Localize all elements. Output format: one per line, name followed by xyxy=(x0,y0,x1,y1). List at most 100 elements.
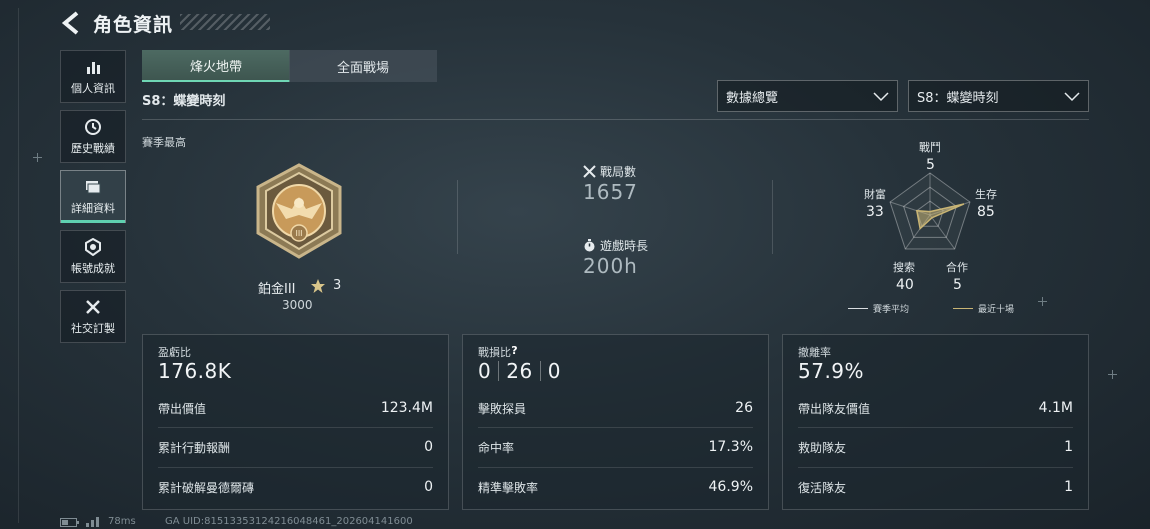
kills-value: 0 xyxy=(478,359,492,383)
extract-rate-value: 57.9% xyxy=(798,359,865,383)
extract-rate-label: 撤離率 xyxy=(798,346,831,359)
row-value: 123.4M xyxy=(380,400,433,416)
radar-axis-label: 合作 xyxy=(946,261,968,274)
row-value: 46.9% xyxy=(708,479,753,495)
season-dropdown[interactable]: S8：蝶變時刻 xyxy=(908,80,1089,112)
row-label: 復活隊友 xyxy=(798,480,847,495)
radar-axis-label: 財富 xyxy=(864,188,886,201)
title-decoration xyxy=(180,14,270,30)
ability-radar-chart xyxy=(889,172,971,250)
back-arrow-icon[interactable] xyxy=(60,10,82,36)
card-row: 救助隊友 1 xyxy=(798,428,1073,466)
tools-icon xyxy=(86,299,100,314)
sidebar-item-achievements[interactable]: 帳號成就 xyxy=(60,230,126,283)
view-dropdown[interactable]: 數據總覽 xyxy=(717,80,898,112)
bar-chart-icon xyxy=(87,61,100,74)
radar-axis-value: 5 xyxy=(953,277,962,293)
radar-axis-value: 40 xyxy=(896,277,914,293)
vertical-divider xyxy=(457,180,458,254)
star-count: 3 xyxy=(333,278,342,293)
row-value: 1 xyxy=(1064,439,1073,455)
row-label: 救助隊友 xyxy=(798,440,847,455)
radar-axis-label: 戰鬥 xyxy=(919,141,941,154)
rank-points: 3000 xyxy=(282,298,313,312)
chevron-down-icon xyxy=(873,92,889,102)
help-icon[interactable]: ? xyxy=(508,344,521,357)
star-icon xyxy=(311,279,325,293)
rank-badge-icon: III xyxy=(256,163,342,259)
extract-card: 撤離率 57.9% 帶出隊友價值 4.1M 救助隊友 1 復活隊友 1 xyxy=(782,334,1089,510)
frame-left-line xyxy=(18,8,19,523)
radar-axis-value: 85 xyxy=(977,204,995,220)
row-value: 1 xyxy=(1064,479,1073,495)
sidebar-item-history[interactable]: 歷史戰績 xyxy=(60,110,126,163)
tab-hazard-zone[interactable]: 烽火地帶 xyxy=(142,50,290,82)
sidebar-item-label: 詳細資料 xyxy=(71,201,115,215)
folder-icon xyxy=(86,180,101,193)
section-divider xyxy=(142,119,1089,120)
assists-value: 0 xyxy=(547,359,561,383)
sidebar-item-label: 歷史戰績 xyxy=(71,141,115,155)
sidebar-item-label: 社交訂製 xyxy=(71,321,115,335)
row-label: 命中率 xyxy=(478,440,515,455)
stopwatch-icon xyxy=(584,239,595,252)
kda-separator xyxy=(539,361,541,381)
card-row: 帶出隊友價值 4.1M xyxy=(798,389,1073,427)
card-row: 帶出價值 123.4M xyxy=(158,389,433,427)
row-value: 0 xyxy=(424,479,433,495)
card-row: 命中率 17.3% xyxy=(478,428,753,466)
svg-text:III: III xyxy=(295,229,302,238)
card-row: 精準擊敗率 46.9% xyxy=(478,468,753,506)
season-label: S8：蝶變時刻 xyxy=(142,94,226,109)
chevron-down-icon xyxy=(1064,92,1080,102)
kda-separator xyxy=(498,361,500,381)
sidebar-item-personal-info[interactable]: 個人資訊 xyxy=(60,50,126,103)
battery-icon xyxy=(60,518,79,527)
card-row: 擊敗探員 26 xyxy=(478,389,753,427)
radar-axis-value: 5 xyxy=(926,157,935,173)
rank-name: 鉑金III xyxy=(258,282,296,297)
kd-ratio-label: 戰損比 xyxy=(478,346,511,359)
season-high-label: 賽季最高 xyxy=(142,136,186,149)
sidebar-item-social[interactable]: 社交訂製 xyxy=(60,290,126,343)
row-value: 4.1M xyxy=(1038,400,1073,416)
profit-ratio-label: 盈虧比 xyxy=(158,346,191,359)
legend-season-avg-line xyxy=(848,308,868,309)
sidebar-item-details[interactable]: 詳細資料 xyxy=(60,170,126,223)
radar-axis-value: 33 xyxy=(866,204,884,220)
row-label: 精準擊敗率 xyxy=(478,480,539,495)
deaths-value: 26 xyxy=(506,359,533,383)
row-label: 擊敗探員 xyxy=(478,401,527,416)
crossed-swords-icon xyxy=(583,165,596,178)
medal-icon xyxy=(85,237,101,256)
row-value: 17.3% xyxy=(708,439,753,455)
legend-recent-line xyxy=(953,308,973,309)
matches-label: 戰局數 xyxy=(600,165,637,179)
matches-value: 1657 xyxy=(583,180,638,204)
row-label: 帶出隊友價值 xyxy=(798,401,871,416)
row-label: 累計行動報酬 xyxy=(158,440,231,455)
radar-axis-label: 搜索 xyxy=(893,261,915,274)
row-label: 累計破解曼德爾磚 xyxy=(158,480,255,495)
crosshair-decoration xyxy=(1108,370,1117,379)
radar-axis-label: 生存 xyxy=(975,188,997,201)
sidebar-item-label: 個人資訊 xyxy=(71,81,115,95)
legend-season-avg: 賽季平均 xyxy=(873,305,910,315)
view-dropdown-value: 數據總覽 xyxy=(726,90,779,106)
clock-history-icon xyxy=(85,118,101,135)
playtime-value: 200h xyxy=(583,254,638,278)
kda-values: 0 26 0 xyxy=(478,359,561,383)
ping-value: 78ms xyxy=(108,516,136,527)
legend-recent: 最近十場 xyxy=(978,305,1015,315)
profit-ratio-value: 176.8K xyxy=(158,359,232,383)
season-dropdown-value: S8：蝶變時刻 xyxy=(917,90,999,106)
crosshair-decoration xyxy=(33,153,42,162)
card-row: 復活隊友 1 xyxy=(798,468,1073,506)
card-row: 累計破解曼德爾磚 0 xyxy=(158,468,433,506)
row-label: 帶出價值 xyxy=(158,401,207,416)
tab-total-warfare[interactable]: 全面戰場 xyxy=(289,50,437,82)
card-row: 累計行動報酬 0 xyxy=(158,428,433,466)
row-value: 0 xyxy=(424,439,433,455)
crosshair-decoration xyxy=(1038,297,1047,306)
vertical-divider xyxy=(772,180,773,254)
